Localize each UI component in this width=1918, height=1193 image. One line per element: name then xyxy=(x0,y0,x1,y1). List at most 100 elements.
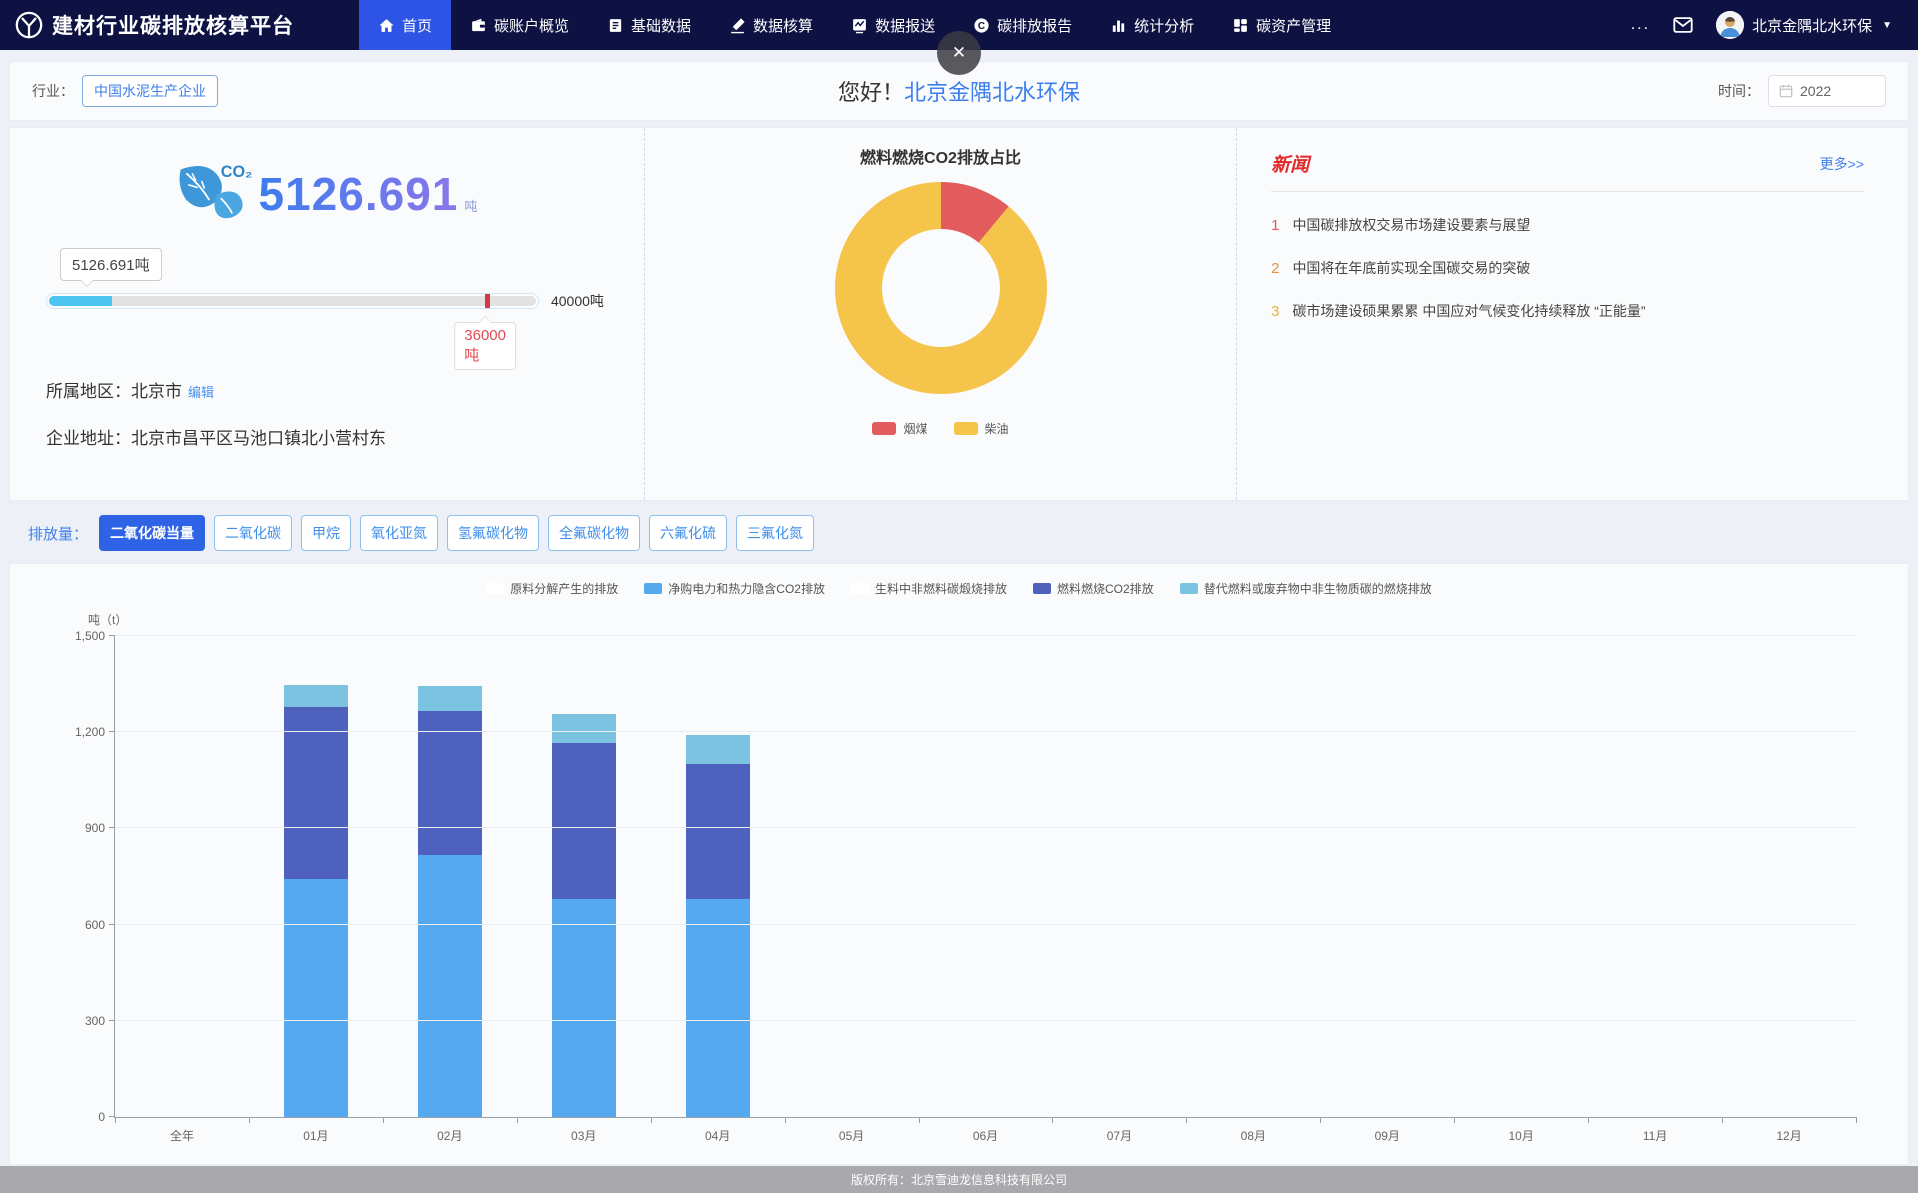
emission-tab-option[interactable]: 甲烷 xyxy=(301,515,351,551)
co2-leaf-icon: CO₂ xyxy=(173,158,259,230)
x-tick-mark xyxy=(1320,1117,1321,1123)
gauge-quota-marker xyxy=(485,294,490,308)
category-cell xyxy=(1588,636,1722,1117)
y-tick-mark xyxy=(109,827,115,828)
donut-chart[interactable] xyxy=(835,182,1047,394)
category-cell xyxy=(651,636,785,1117)
nav-item-stats[interactable]: 统计分析 xyxy=(1091,0,1213,50)
quota-gauge: 40000吨 xyxy=(46,291,604,311)
user-menu[interactable]: 北京金隅北水环保 ▼ xyxy=(1716,11,1892,39)
emission-tab-active[interactable]: 二氧化碳当量 xyxy=(99,515,205,551)
category-cell xyxy=(1454,636,1588,1117)
news-item[interactable]: 2中国将在年底前实现全国碳交易的突破 xyxy=(1271,258,1864,278)
svg-text:C: C xyxy=(978,21,985,32)
bar-chart-plot[interactable]: 全年01月02月03月04月05月06月07月08月09月10月11月12月 0… xyxy=(114,636,1856,1118)
greeting-company[interactable]: 北京金隅北水环保 xyxy=(904,80,1080,105)
category-cell xyxy=(1052,636,1186,1117)
y-tick-mark xyxy=(109,731,115,732)
year-value: 2022 xyxy=(1800,83,1831,99)
summary-card: CO₂ 5126.691 吨 5126.691吨 40000吨 36000吨 所… xyxy=(10,128,1908,500)
monthly-chart-card: 原料分解产生的排放 净购电力和热力隐含CO2排放 生料中非燃料碳煅烧排放 燃料燃烧CO… xyxy=(10,564,1908,1164)
avatar xyxy=(1716,11,1744,39)
news-item-title: 碳市场建设硕果累累 中国应对气候变化持续释放 “正能量” xyxy=(1292,301,1645,321)
emission-tab-option[interactable]: 三氟化氮 xyxy=(736,515,814,551)
category-cell xyxy=(249,636,383,1117)
bar-legend-item[interactable]: 净购电力和热力隐含CO2排放 xyxy=(644,580,825,597)
emission-tab-option[interactable]: 二氧化碳 xyxy=(214,515,292,551)
calendar-icon xyxy=(1779,84,1793,98)
nav-more-button[interactable]: ... xyxy=(1631,16,1650,34)
x-tick-label: 12月 xyxy=(1722,1127,1856,1144)
news-panel: 新闻 更多>> 1中国碳排放权交易市场建设要素与展望 2中国将在年底前实现全国碳交… xyxy=(1236,128,1908,500)
wallet-icon xyxy=(470,17,487,34)
y-tick-label: 1,200 xyxy=(75,725,105,739)
bar-legend-item[interactable]: 替代燃料或废弃物中非生物质碳的燃烧排放 xyxy=(1180,580,1432,597)
bar-segment xyxy=(552,714,616,743)
bar-segment xyxy=(686,735,750,764)
legend-label: 柴油 xyxy=(985,420,1009,437)
bar-legend-item[interactable]: 燃料燃烧CO2排放 xyxy=(1033,580,1154,597)
region-edit-link[interactable]: 编辑 xyxy=(188,385,214,400)
pen-icon xyxy=(729,17,746,34)
bar-segment xyxy=(418,855,482,1117)
x-tick-mark xyxy=(785,1117,786,1123)
nav-item-report[interactable]: 数据报送 xyxy=(832,0,954,50)
nav-item-grid[interactable]: 碳资产管理 xyxy=(1213,0,1350,50)
bar-stack-01月[interactable] xyxy=(284,685,348,1117)
x-tick-label: 08月 xyxy=(1186,1127,1320,1144)
news-item[interactable]: 1中国碳排放权交易市场建设要素与展望 xyxy=(1271,215,1864,235)
bar-segment xyxy=(686,764,750,899)
copyright-text: 版权所有：北京雪迪龙信息科技有限公司 xyxy=(851,1171,1067,1188)
emission-tab-option[interactable]: 六氟化硫 xyxy=(649,515,727,551)
x-tick-mark xyxy=(1856,1117,1857,1123)
nav-item-pen[interactable]: 数据核算 xyxy=(710,0,832,50)
industry-chip[interactable]: 中国水泥生产企业 xyxy=(82,75,218,107)
news-header: 新闻 更多>> xyxy=(1271,150,1864,192)
nav-item-wallet[interactable]: 碳账户概览 xyxy=(451,0,588,50)
bar-stack-03月[interactable] xyxy=(552,714,616,1117)
mail-icon[interactable] xyxy=(1672,14,1694,36)
report-icon xyxy=(851,17,868,34)
bar-segment xyxy=(418,686,482,710)
news-item-rank: 2 xyxy=(1271,260,1279,277)
nav-right-cluster: ... 北京金隅北水环保 ▼ xyxy=(1631,0,1918,50)
home-icon xyxy=(378,17,395,34)
bar-legend-item[interactable]: 生料中非燃料碳煅烧排放 xyxy=(851,580,1007,597)
emission-tab-option[interactable]: 全氟碳化物 xyxy=(548,515,640,551)
greeting: 您好！北京金隅北水环保 xyxy=(838,75,1080,107)
bar-segment xyxy=(284,685,348,707)
news-more-link[interactable]: 更多>> xyxy=(1820,154,1864,174)
nav-item-label: 首页 xyxy=(402,15,432,36)
co2-total-value: 5126.691 xyxy=(259,167,459,221)
news-item[interactable]: 3碳市场建设硕果累累 中国应对气候变化持续释放 “正能量” xyxy=(1271,301,1864,321)
quota-row: 36000吨 xyxy=(46,311,534,355)
emission-tab-option[interactable]: 氢氟碳化物 xyxy=(447,515,539,551)
co2-total-row: CO₂ 5126.691 吨 xyxy=(46,158,604,230)
nav-item-list[interactable]: 基础数据 xyxy=(588,0,710,50)
x-tick-label: 07月 xyxy=(1052,1127,1186,1144)
bar-stack-04月[interactable] xyxy=(686,735,750,1117)
donut-legend-item[interactable]: 柴油 xyxy=(954,420,1009,437)
legend-swatch xyxy=(1180,583,1198,594)
x-tick-mark xyxy=(383,1117,384,1123)
x-tick-label: 10月 xyxy=(1454,1127,1588,1144)
legend-label: 替代燃料或废弃物中非生物质碳的燃烧排放 xyxy=(1204,580,1432,597)
x-tick-mark xyxy=(1454,1117,1455,1123)
category-cell xyxy=(1320,636,1454,1117)
x-tick-mark xyxy=(517,1117,518,1123)
category-cell xyxy=(383,636,517,1117)
brand-logo-icon xyxy=(14,10,44,40)
close-button[interactable]: ✕ xyxy=(937,31,981,75)
nav-item-home[interactable]: 首页 xyxy=(359,0,451,50)
bar-segment xyxy=(552,743,616,899)
bar-stack-02月[interactable] xyxy=(418,686,482,1117)
emission-tabs-row: 排放量： 二氧化碳当量二氧化碳甲烷氧化亚氮氢氟碳化物全氟碳化物六氟化硫三氟化氮 xyxy=(28,515,1908,551)
bar-legend-item[interactable]: 原料分解产生的排放 xyxy=(486,580,618,597)
category-cell xyxy=(517,636,651,1117)
y-tick-label: 900 xyxy=(85,821,105,835)
donut-legend-item[interactable]: 烟煤 xyxy=(872,420,927,437)
year-picker[interactable]: 2022 xyxy=(1768,75,1886,107)
address-line: 企业地址：北京市昌平区马池口镇北小营村东 xyxy=(46,424,604,449)
emission-tab-option[interactable]: 氧化亚氮 xyxy=(360,515,438,551)
time-label: 时间： xyxy=(1718,81,1760,101)
